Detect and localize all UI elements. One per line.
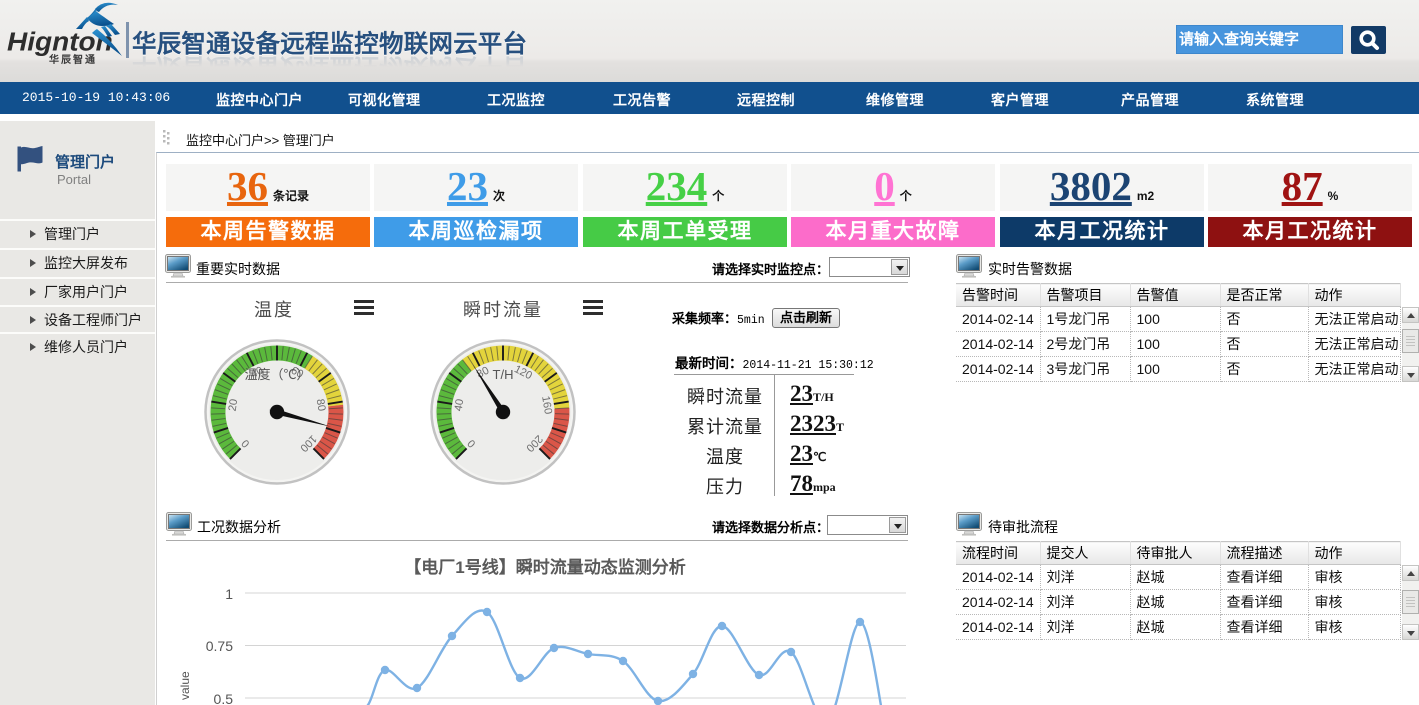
svg-text:温度（℃）: 温度（℃） [244,367,309,382]
svg-text:40: 40 [453,398,467,412]
svg-text:20: 20 [227,398,241,412]
svg-text:T/H: T/H [493,367,514,382]
svg-text:80: 80 [314,398,328,412]
